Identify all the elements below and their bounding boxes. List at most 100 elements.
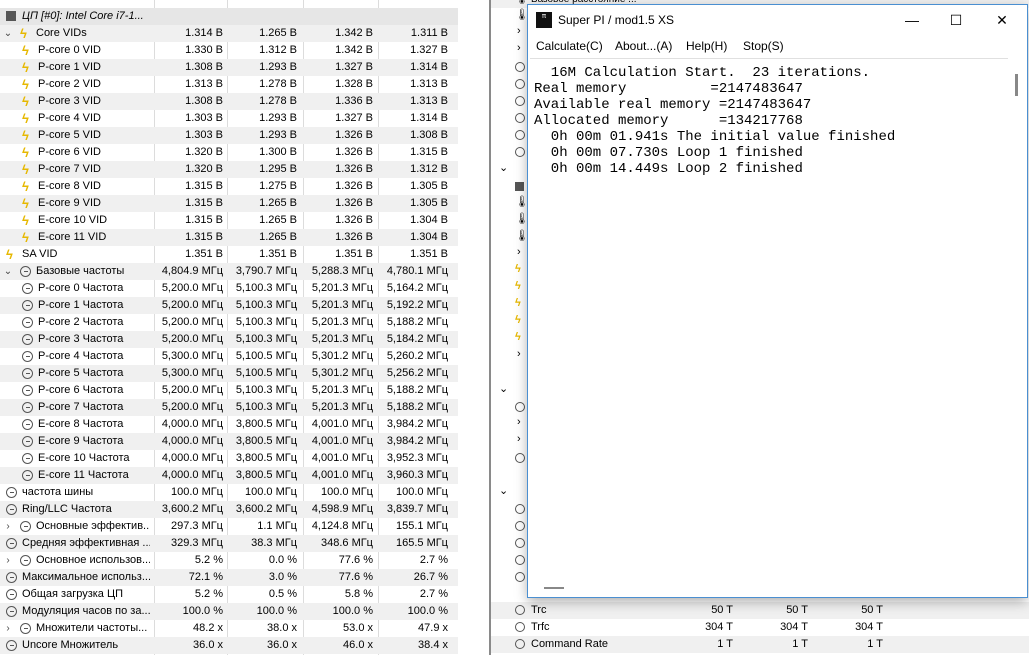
maximum-value: 1.326 В xyxy=(335,197,373,209)
vertical-scrollbar[interactable] xyxy=(1011,58,1023,581)
clock-icon xyxy=(6,572,17,583)
maximize-button[interactable]: ☐ xyxy=(933,5,979,35)
sensor-row[interactable]: P-core 4 Частота 5,300.0 МГц 5,100.5 МГц 5,… xyxy=(0,348,458,365)
sensor-label: E-core 9 VID xyxy=(38,197,101,209)
sensor-row[interactable]: Uncore Множитель 36.0 x 36.0 x 46.0 x 38.4 x xyxy=(0,637,458,654)
sensor-row[interactable]: частота шины 100.0 МГц 100.0 МГц 100.0 МГц 1… xyxy=(0,484,458,501)
sensor-row[interactable]: ϟ P-core 2 VID 1.313 В 1.278 В 1.328 В 1.313 … xyxy=(0,76,458,93)
scroll-thumb[interactable] xyxy=(544,587,564,589)
sensor-row[interactable]: Command Rate 1 T 1 T 1 T xyxy=(491,636,1029,653)
sensor-row[interactable]: ЦП [#0]: Intel Core i7-1... xyxy=(0,8,458,25)
menu-bar: Calculate(C) About...(A) Help(H) Stop(S) xyxy=(528,36,1027,56)
sensor-row[interactable]: Модуляция часов по за... 100.0 % 100.0 % 10… xyxy=(0,603,458,620)
title-bar[interactable]: π Super PI / mod1.5 XS — ☐ ✕ xyxy=(528,5,1027,35)
chevron-down-icon[interactable]: ⌄ xyxy=(499,382,511,399)
chevron-right-icon[interactable]: › xyxy=(2,620,14,637)
sensor-row[interactable]: P-core 5 Частота 5,300.0 МГц 5,100.5 МГц 5,… xyxy=(0,365,458,382)
sensor-row[interactable]: ⌄ ϟ Core VIDs 1.314 В 1.265 В 1.342 В 1.311 В xyxy=(0,25,458,42)
sensor-row[interactable]: › Основные эффектив... 297.3 МГц 1.1 МГц 4,1… xyxy=(0,518,458,535)
sensor-row[interactable]: P-core 7 Частота 5,200.0 МГц 5,100.3 МГц 5,… xyxy=(0,399,458,416)
sensor-row[interactable]: Максимальное использ... 72.1 % 3.0 % 77.6 %… xyxy=(0,569,458,586)
scroll-thumb[interactable] xyxy=(1015,74,1018,96)
average-value: 1.305 В xyxy=(410,197,448,209)
sensor-row[interactable]: ϟ SA VID 1.351 В 1.351 В 1.351 В 1.351 В xyxy=(0,246,458,263)
sensor-row[interactable]: ϟ P-core 3 VID 1.308 В 1.278 В 1.336 В 1.313 … xyxy=(0,93,458,110)
chevron-right-icon[interactable]: › xyxy=(2,552,14,569)
sensor-row[interactable]: P-core 2 Частота 5,200.0 МГц 5,100.3 МГц 5,… xyxy=(0,314,458,331)
current-value: 5,300.0 МГц xyxy=(161,350,223,362)
sensor-row[interactable]: P-core 3 Частота 5,200.0 МГц 5,100.3 МГц 5,… xyxy=(0,331,458,348)
maximum-value: 1.327 В xyxy=(335,61,373,73)
minimum-value: 3,800.5 МГц xyxy=(235,435,297,447)
clock-icon xyxy=(6,538,17,549)
sensor-label: P-core 0 VID xyxy=(38,44,101,56)
sensor-row[interactable]: Ring/LLC Частота 3,600.2 МГц 3,600.2 МГц 4,… xyxy=(0,501,458,518)
chevron-down-icon[interactable]: ⌄ xyxy=(499,161,511,178)
sensor-label: E-core 10 Частота xyxy=(38,452,130,464)
sensor-row[interactable]: ϟ E-core 8 VID 1.315 В 1.275 В 1.326 В 1.305 … xyxy=(0,178,458,195)
maximum-value: 304 T xyxy=(855,621,883,633)
menu-about[interactable]: About...(A) xyxy=(615,39,672,53)
current-value: 297.3 МГц xyxy=(170,520,223,532)
sensor-row[interactable]: ϟ E-core 9 VID 1.315 В 1.265 В 1.326 В 1.305 … xyxy=(0,195,458,212)
minimum-value: 1.351 В xyxy=(259,248,297,260)
minimize-button[interactable]: — xyxy=(889,5,935,35)
maximum-value: 4,001.0 МГц xyxy=(311,452,373,464)
menu-help[interactable]: Help(H) xyxy=(686,39,727,53)
sensor-row[interactable]: P-core 6 Частота 5,200.0 МГц 5,100.3 МГц 5,… xyxy=(0,382,458,399)
output-console[interactable]: 16M Calculation Start. 23 iterations. Rea… xyxy=(530,58,1008,582)
sensor-label: Основное использов... xyxy=(36,554,150,566)
sensor-row[interactable]: P-core 0 Частота 5,200.0 МГц 5,100.3 МГц 5,… xyxy=(0,280,458,297)
maximum-value: 1.336 В xyxy=(335,95,373,107)
maximum-value: 1.326 В xyxy=(335,129,373,141)
console-line: 16M Calculation Start. 23 iterations. xyxy=(534,65,871,81)
sensor-row[interactable]: Trc 50 T 50 T 50 T xyxy=(491,602,1029,619)
sensor-row[interactable]: ϟ P-core 0 VID 1.330 В 1.312 В 1.342 В 1.327 … xyxy=(0,42,458,59)
chevron-right-icon[interactable]: › xyxy=(2,518,14,535)
sensor-row[interactable]: ϟ E-core 11 VID 1.315 В 1.265 В 1.326 В 1.304… xyxy=(0,229,458,246)
clock-icon xyxy=(515,569,527,586)
sensor-row[interactable]: Общая загрузка ЦП 5.2 % 0.5 % 5.8 % 2.7 % xyxy=(0,586,458,603)
clock-icon xyxy=(515,535,527,552)
sensor-row[interactable]: ⌄ Базовые частоты 4,804.9 МГц 3,790.7 МГц 5,… xyxy=(0,263,458,280)
clock-icon xyxy=(515,518,527,535)
horizontal-scrollbar[interactable] xyxy=(530,581,1008,595)
maximum-value: 5,201.3 МГц xyxy=(311,299,373,311)
maximum-value: 5,201.3 МГц xyxy=(311,384,373,396)
sensor-row[interactable]: › Основное использов... 5.2 % 0.0 % 77.6 % 2.… xyxy=(0,552,458,569)
sensor-row[interactable]: ϟ P-core 5 VID 1.303 В 1.293 В 1.326 В 1.308 … xyxy=(0,127,458,144)
sensor-label: P-core 0 Частота xyxy=(38,282,124,294)
sensor-row[interactable]: P-core 1 Частота 5,200.0 МГц 5,100.3 МГц 5,… xyxy=(0,297,458,314)
maximum-value: 5,301.2 МГц xyxy=(311,367,373,379)
current-value: 1.315 В xyxy=(185,214,223,226)
clock-icon xyxy=(20,555,31,566)
average-value: 1.351 В xyxy=(410,248,448,260)
menu-stop[interactable]: Stop(S) xyxy=(743,39,784,53)
sensor-row[interactable]: ϟ P-core 1 VID 1.308 В 1.293 В 1.327 В 1.314 … xyxy=(0,59,458,76)
chevron-down-icon[interactable]: ⌄ xyxy=(2,25,14,42)
current-value: 5,200.0 МГц xyxy=(161,384,223,396)
close-button[interactable]: ✕ xyxy=(979,5,1025,35)
sensor-row[interactable]: Trfc 304 T 304 T 304 T xyxy=(491,619,1029,636)
sensor-row[interactable]: Средняя эффективная ... 329.3 МГц 38.3 МГц… xyxy=(0,535,458,552)
sensor-row[interactable]: E-core 9 Частота 4,000.0 МГц 3,800.5 МГц 4,… xyxy=(0,433,458,450)
sensor-row[interactable]: ϟ P-core 6 VID 1.320 В 1.300 В 1.326 В 1.315 … xyxy=(0,144,458,161)
maximum-value: 1.351 В xyxy=(335,248,373,260)
average-value: 5,192.2 МГц xyxy=(386,299,448,311)
sensor-row[interactable]: › Множители частоты... 48.2 x 38.0 x 53.0 x 4… xyxy=(0,620,458,637)
current-value: 329.3 МГц xyxy=(170,537,223,549)
clock-icon xyxy=(515,619,527,636)
chevron-down-icon[interactable]: ⌄ xyxy=(499,484,511,501)
current-value: 5,200.0 МГц xyxy=(161,299,223,311)
sensor-row[interactable]: E-core 11 Частота 4,000.0 МГц 3,800.5 МГц 4… xyxy=(0,467,458,484)
average-value: 1.304 В xyxy=(410,214,448,226)
maximum-value: 1.326 В xyxy=(335,180,373,192)
sensor-row[interactable]: E-core 8 Частота 4,000.0 МГц 3,800.5 МГц 4,… xyxy=(0,416,458,433)
chevron-down-icon[interactable]: ⌄ xyxy=(2,263,14,280)
bolt-icon: ϟ xyxy=(22,77,29,92)
sensor-row[interactable]: ϟ E-core 10 VID 1.315 В 1.265 В 1.326 В 1.304… xyxy=(0,212,458,229)
sensor-row[interactable]: E-core 10 Частота 4,000.0 МГц 3,800.5 МГц 4… xyxy=(0,450,458,467)
menu-calculate[interactable]: Calculate(C) xyxy=(536,39,603,53)
sensor-row[interactable]: ϟ P-core 7 VID 1.320 В 1.295 В 1.326 В 1.312 … xyxy=(0,161,458,178)
sensor-row[interactable]: ϟ P-core 4 VID 1.303 В 1.293 В 1.327 В 1.314 … xyxy=(0,110,458,127)
